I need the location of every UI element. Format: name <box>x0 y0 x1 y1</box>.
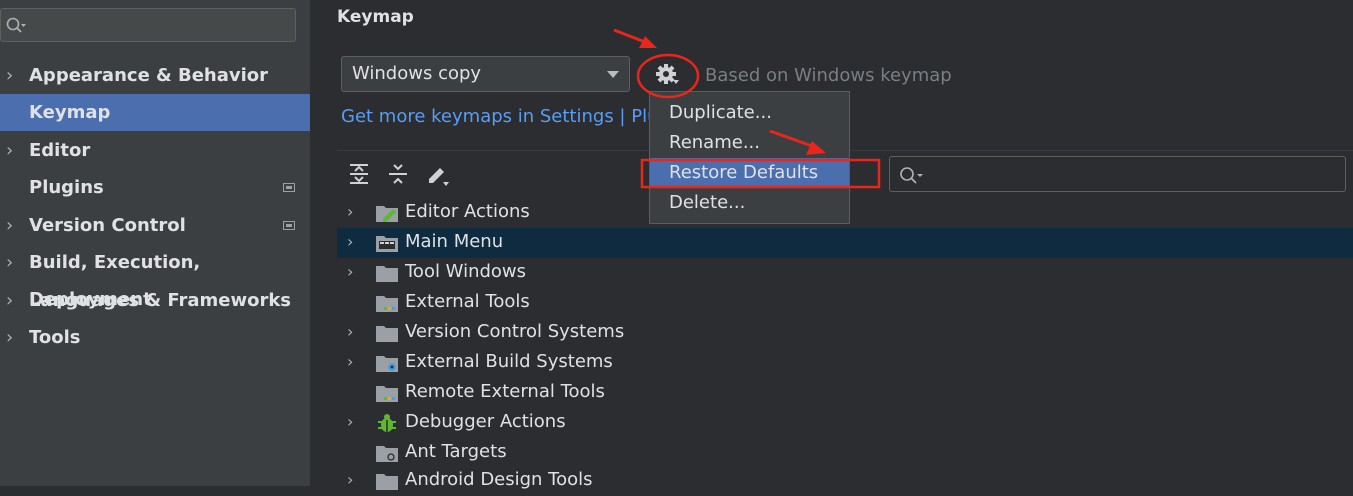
chevron-right-icon[interactable]: › <box>6 57 20 94</box>
menu-item-restore-defaults[interactable]: Restore Defaults <box>650 158 849 188</box>
chevron-right-icon[interactable]: › <box>347 262 353 281</box>
shortcut-filter-input[interactable] <box>889 156 1346 192</box>
chevron-right-icon[interactable]: › <box>6 282 20 319</box>
build-systems-folder-icon <box>376 356 398 372</box>
settings-search-input[interactable] <box>0 8 296 42</box>
sidebar-item-label: Keymap <box>29 102 111 123</box>
tree-row-label: External Tools <box>405 291 530 312</box>
sidebar-item-label: Appearance & Behavior <box>29 65 269 86</box>
sidebar-item-appearance-behavior[interactable]: › Appearance & Behavior <box>0 57 310 94</box>
debugger-bug-icon <box>378 414 396 432</box>
tree-row-label: Tool Windows <box>405 261 527 282</box>
tree-row[interactable]: Ant Targets <box>337 438 1353 468</box>
settings-page-icon <box>283 221 295 230</box>
dropdown-arrow-icon <box>607 71 619 78</box>
search-icon <box>6 17 26 33</box>
tree-row[interactable]: External Tools <box>337 288 1353 318</box>
expand-all-icon[interactable] <box>347 162 371 186</box>
sidebar-item-label: Languages & Frameworks <box>29 290 292 311</box>
chevron-right-icon[interactable]: › <box>347 202 353 221</box>
menu-item-label: Restore Defaults <box>669 162 819 183</box>
chevron-right-icon[interactable]: › <box>6 319 20 356</box>
tree-row[interactable]: › External Build Systems <box>337 348 1353 378</box>
page-title: Keymap <box>337 7 414 27</box>
sidebar-item-version-control[interactable]: › Version Control <box>0 207 310 244</box>
tree-row-label: Version Control Systems <box>405 321 625 342</box>
chevron-right-icon[interactable]: › <box>347 352 353 371</box>
sidebar-item-tools[interactable]: › Tools <box>0 319 310 356</box>
ant-folder-icon <box>376 446 398 462</box>
gear-icon[interactable] <box>648 60 688 90</box>
menu-item-delete[interactable]: Delete... <box>650 188 849 218</box>
editor-actions-folder-icon <box>376 206 398 222</box>
tree-row[interactable]: › Debugger Actions <box>337 408 1353 438</box>
tree-row-label: Android Design Tools <box>405 469 593 490</box>
tree-row[interactable]: › Android Design Tools <box>337 466 1353 496</box>
edit-shortcut-icon[interactable] <box>425 162 449 186</box>
tree-row-label: Remote External Tools <box>405 381 605 402</box>
chevron-right-icon[interactable]: › <box>347 470 353 489</box>
sidebar-item-label: Editor <box>29 140 91 161</box>
external-tools-folder-icon <box>376 296 398 312</box>
get-more-keymaps-link[interactable]: Get more keymaps in Settings | Plug <box>341 106 670 127</box>
sidebar-item-label: Plugins <box>29 177 104 198</box>
keymap-select[interactable]: Windows copy <box>341 56 630 92</box>
menu-item-label: Rename... <box>669 132 760 153</box>
chevron-right-icon[interactable]: › <box>347 322 353 341</box>
sidebar-item-plugins[interactable]: Plugins <box>0 169 310 206</box>
tree-row-label: Ant Targets <box>405 441 507 462</box>
folder-icon <box>376 266 398 282</box>
tree-row-label: Main Menu <box>405 231 504 252</box>
tree-row[interactable]: › Version Control Systems <box>337 318 1353 348</box>
tree-row-label: External Build Systems <box>405 351 613 372</box>
sidebar-item-languages-frameworks[interactable]: › Languages & Frameworks <box>0 282 310 319</box>
menu-item-duplicate[interactable]: Duplicate... <box>650 98 849 128</box>
sidebar-item-label: Version Control <box>29 215 186 236</box>
menu-item-label: Delete... <box>669 192 746 213</box>
sidebar-item-keymap[interactable]: Keymap <box>0 94 310 131</box>
menu-item-label: Duplicate... <box>669 102 772 123</box>
settings-sidebar: › Appearance & Behavior Keymap › Editor … <box>0 0 310 486</box>
menu-item-rename[interactable]: Rename... <box>650 128 849 158</box>
folder-icon <box>376 474 398 490</box>
tree-row-label: Editor Actions <box>405 201 530 222</box>
chevron-right-icon[interactable]: › <box>347 232 353 251</box>
based-on-label: Based on Windows keymap <box>705 65 952 86</box>
tree-row[interactable]: Remote External Tools <box>337 378 1353 408</box>
gear-popup-menu: Duplicate... Rename... Restore Defaults … <box>649 91 850 224</box>
tree-row[interactable]: › Tool Windows <box>337 258 1353 288</box>
settings-page-icon <box>283 183 295 192</box>
chevron-right-icon[interactable]: › <box>6 244 20 281</box>
folder-icon <box>376 326 398 342</box>
search-icon <box>900 167 923 184</box>
chevron-right-icon[interactable]: › <box>6 207 20 244</box>
sidebar-item-label: Tools <box>29 327 81 348</box>
tree-row[interactable]: › Main Menu <box>337 228 1353 258</box>
external-tools-folder-icon <box>376 386 398 402</box>
keymap-select-value: Windows copy <box>352 63 482 84</box>
sidebar-item-build-execution-deployment[interactable]: › Build, Execution, Deployment <box>0 244 310 310</box>
chevron-right-icon[interactable]: › <box>6 132 20 169</box>
main-menu-folder-icon <box>376 236 398 252</box>
collapse-all-icon[interactable] <box>386 162 410 186</box>
sidebar-item-editor[interactable]: › Editor <box>0 132 310 169</box>
tree-row-label: Debugger Actions <box>405 411 566 432</box>
chevron-right-icon[interactable]: › <box>347 412 353 431</box>
